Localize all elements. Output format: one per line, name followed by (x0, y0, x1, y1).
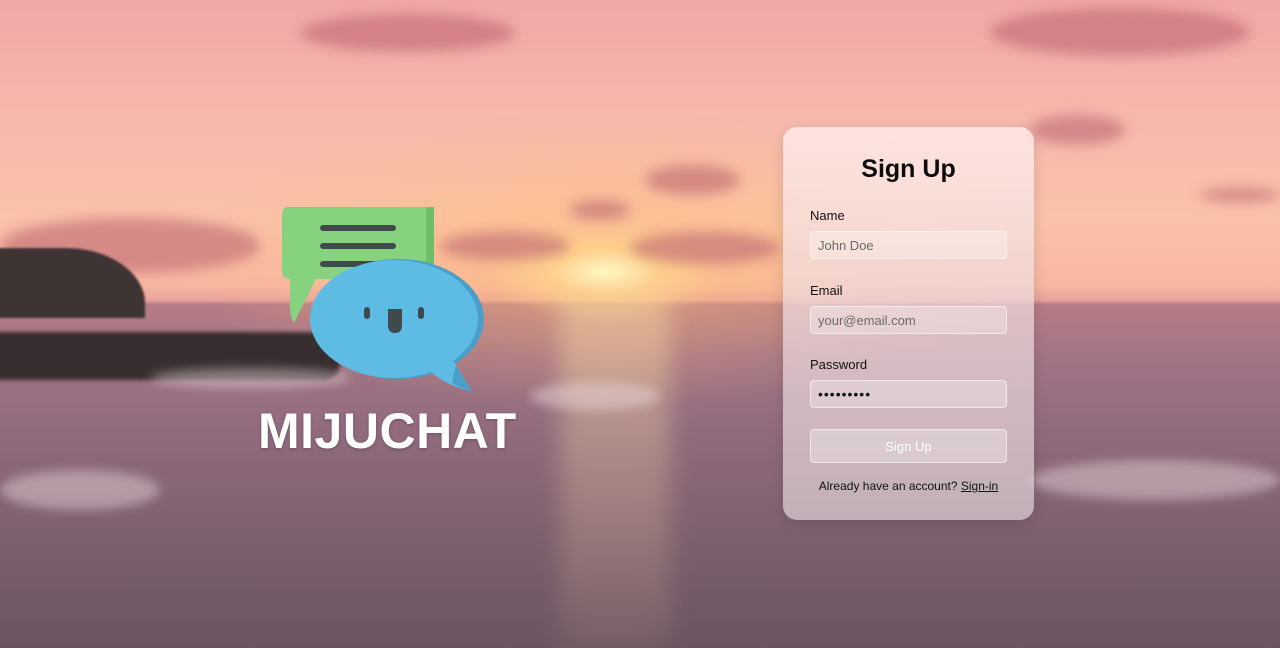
password-label: Password (810, 357, 868, 372)
cloud (990, 8, 1250, 56)
cloud (645, 165, 740, 195)
cloud (630, 232, 780, 264)
signup-button[interactable]: Sign Up (810, 429, 1007, 463)
cloud (300, 14, 515, 52)
email-input[interactable] (810, 306, 1007, 334)
signin-prompt: Already have an account? Sign-in (783, 479, 1034, 493)
chat-bubbles-icon (282, 207, 484, 391)
cloud (1030, 115, 1125, 145)
cloud (570, 200, 630, 220)
wave (0, 470, 160, 510)
signin-link[interactable]: Sign-in (961, 479, 998, 493)
signup-card: Sign Up Name Email Password Sign Up Alre… (783, 127, 1034, 520)
form-title: Sign Up (861, 155, 956, 183)
cloud (1200, 188, 1280, 202)
wave (1030, 460, 1280, 500)
name-label: Name (810, 208, 845, 223)
wave (530, 382, 660, 410)
brand-name: MIJUCHAT (258, 403, 517, 459)
name-input[interactable] (810, 231, 1007, 259)
sun-reflection (560, 300, 670, 648)
password-input[interactable] (810, 380, 1007, 408)
email-label: Email (810, 283, 843, 298)
signin-prompt-text: Already have an account? (818, 479, 961, 493)
